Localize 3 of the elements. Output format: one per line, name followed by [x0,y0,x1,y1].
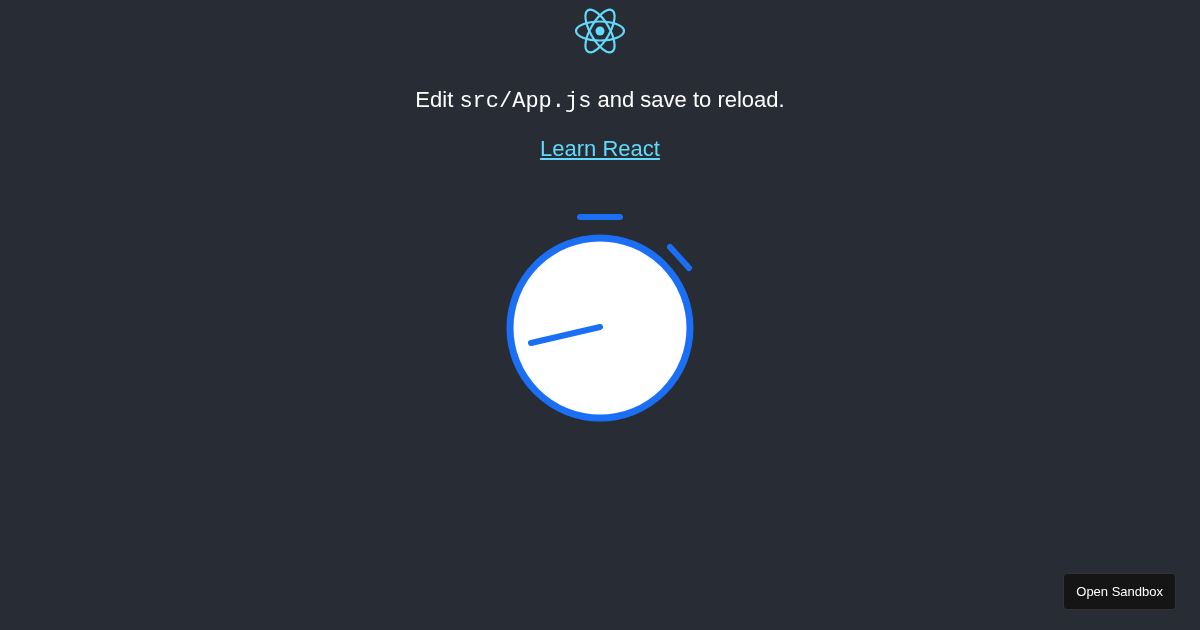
learn-react-link[interactable]: Learn React [540,134,660,164]
open-sandbox-button[interactable]: Open Sandbox [1063,572,1176,610]
instruction-text: Edit src/App.js and save to reload. [415,86,785,116]
